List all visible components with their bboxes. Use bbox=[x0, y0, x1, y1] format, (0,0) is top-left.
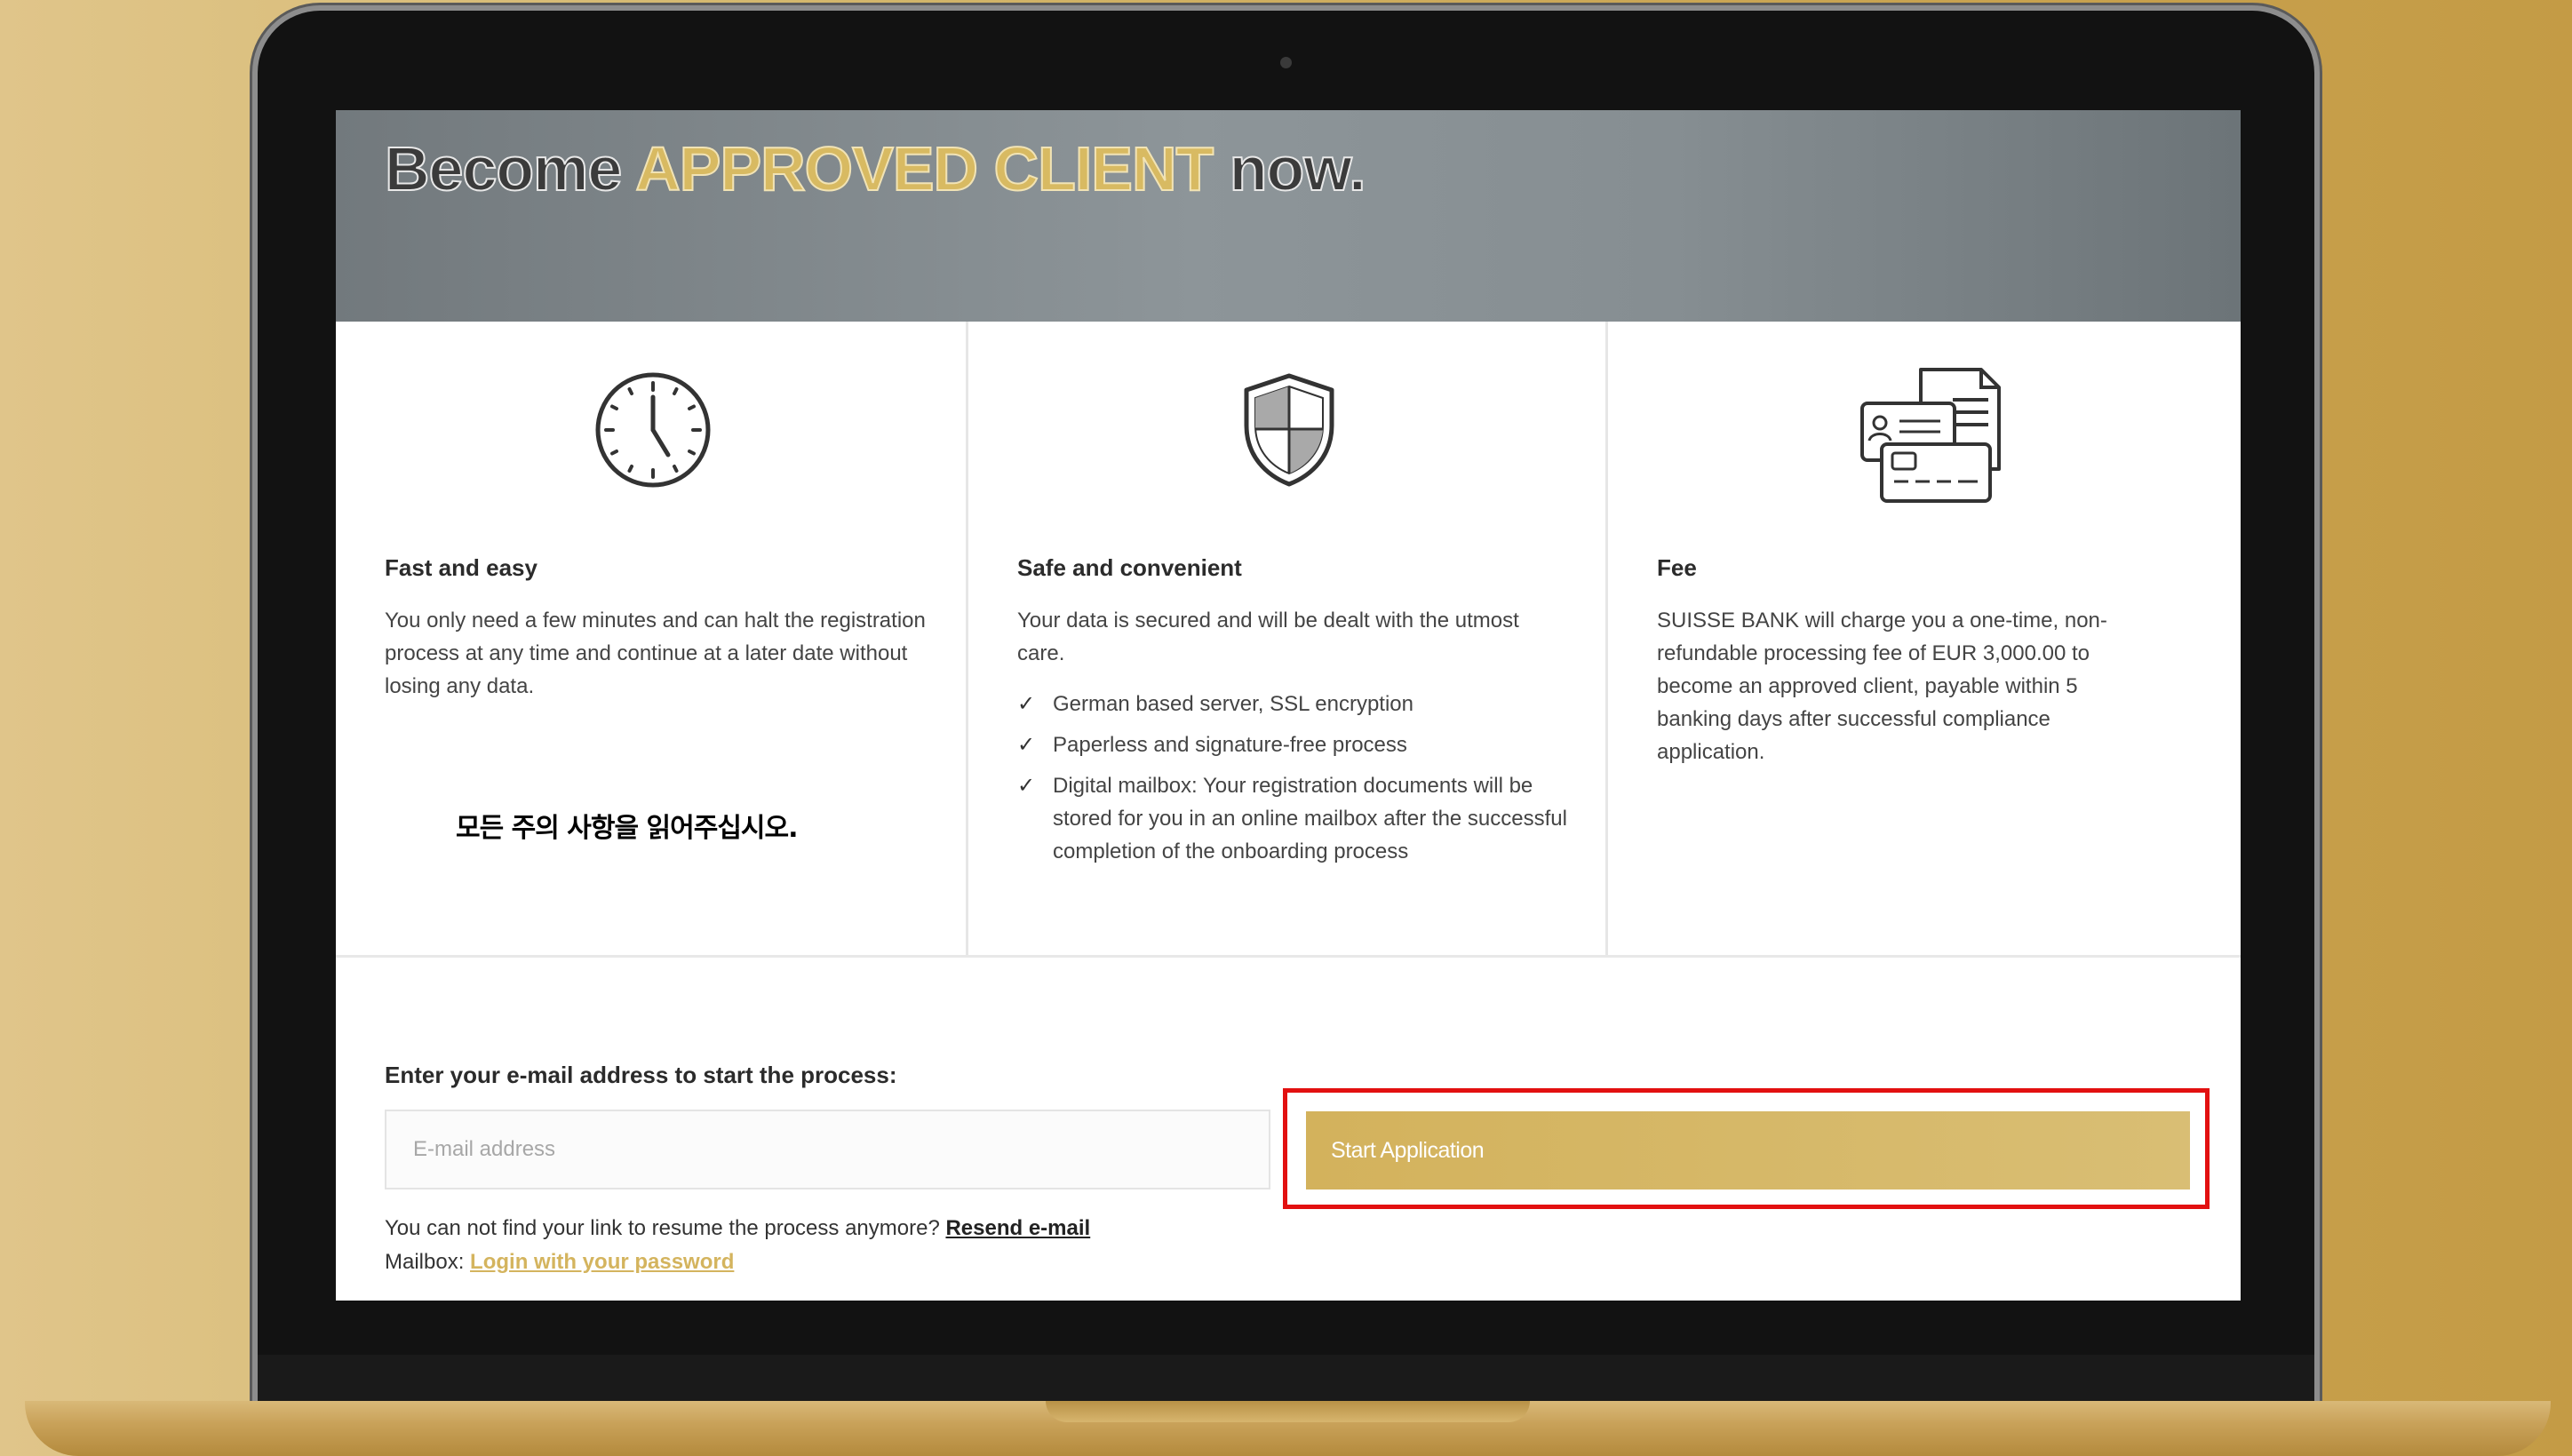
mailbox-line: Mailbox: Login with your password bbox=[385, 1250, 734, 1275]
title-suffix: now. bbox=[1213, 133, 1367, 204]
feature-columns: Fast and easy You only need a few minute… bbox=[336, 322, 2241, 955]
start-application-button[interactable]: Start Application bbox=[1306, 1111, 2190, 1189]
feature-title: Fee bbox=[1657, 554, 1697, 581]
list-item: ✓ Paperless and signature-free process bbox=[1017, 728, 1568, 761]
checkmark-icon: ✓ bbox=[1017, 774, 1036, 798]
feature-text: SUISSE BANK will charge you a one-time, … bbox=[1657, 609, 2107, 764]
feature-text: You only need a few minutes and can halt… bbox=[385, 609, 926, 698]
login-password-link[interactable]: Login with your password bbox=[470, 1250, 734, 1274]
clock-icon bbox=[593, 370, 713, 494]
laptop-base-notch bbox=[1046, 1401, 1530, 1422]
feature-checklist: ✓ German based server, SSL encryption ✓ Pa… bbox=[1017, 688, 1568, 876]
browser-screen: Become APPROVED CLIENT now. Fast and eas… bbox=[336, 110, 2241, 1301]
email-prompt-label: Enter your e-mail address to start the p… bbox=[385, 1062, 897, 1088]
list-item: ✓ Digital mailbox: Your registration docu… bbox=[1017, 769, 1568, 868]
checkmark-icon: ✓ bbox=[1017, 733, 1036, 757]
list-item-text: German based server, SSL encryption bbox=[1053, 692, 1413, 716]
list-item: ✓ German based server, SSL encryption bbox=[1017, 688, 1568, 720]
resume-text: You can not find your link to resume the… bbox=[385, 1216, 946, 1240]
feature-safe-convenient: Safe and convenient Your data is secured… bbox=[968, 322, 1608, 955]
page-title: Become APPROVED CLIENT now. bbox=[384, 131, 1367, 206]
feature-fee: Fee SUISSE BANK will charge you a one-ti… bbox=[1608, 322, 2241, 955]
laptop-bezel-chin bbox=[258, 1355, 2314, 1401]
feature-title: Fast and easy bbox=[385, 554, 537, 581]
shield-icon bbox=[1239, 370, 1339, 494]
title-prefix: Become bbox=[384, 133, 636, 204]
documents-id-card-icon bbox=[1857, 364, 2008, 511]
list-item-text: Paperless and signature-free process bbox=[1053, 733, 1407, 757]
feature-fast-easy: Fast and easy You only need a few minute… bbox=[336, 322, 968, 955]
hero-banner: Become APPROVED CLIENT now. bbox=[336, 110, 2241, 322]
mailbox-text: Mailbox: bbox=[385, 1250, 471, 1274]
resume-process-line: You can not find your link to resume the… bbox=[385, 1216, 1090, 1241]
checkmark-icon: ✓ bbox=[1017, 692, 1036, 716]
divider bbox=[336, 955, 2241, 958]
overlay-note: 모든 주의 사항을 읽어주십시오. bbox=[456, 813, 799, 844]
camera-icon bbox=[1280, 57, 1292, 68]
list-item-text: Digital mailbox: Your registration docum… bbox=[1053, 774, 1567, 863]
resend-email-link[interactable]: Resend e-mail bbox=[945, 1216, 1090, 1240]
feature-title: Safe and convenient bbox=[1017, 554, 1242, 581]
feature-text: Your data is secured and will be dealt w… bbox=[1017, 609, 1519, 665]
title-accent: APPROVED CLIENT bbox=[634, 133, 1214, 204]
email-field[interactable] bbox=[385, 1110, 1270, 1189]
